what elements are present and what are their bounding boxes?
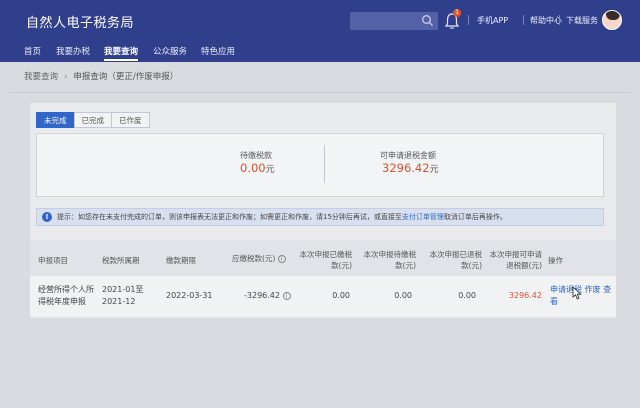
info-icon: ! — [42, 212, 52, 222]
summary-box — [36, 133, 604, 197]
top-header: 自然人电子税务局 1 手机APP 帮助中心 下载服务 — [0, 0, 640, 42]
refundable-amount-value: 3296.42元 — [382, 161, 439, 175]
header-deadline: 缴款期限 — [166, 256, 196, 265]
nav-active-indicator — [104, 59, 138, 61]
header-declared-unpaid: 本次申报待缴税 款(元) — [363, 250, 417, 270]
summary-divider — [324, 145, 325, 183]
cell-tax-due: -3296.42 i — [244, 290, 291, 302]
breadcrumb-current: 申报查询（更正/作废申报） — [73, 72, 179, 82]
cell-refunded: 0.00 — [458, 291, 476, 300]
nav-item-public-services[interactable]: 公众服务 — [153, 45, 187, 57]
payment-order-link[interactable]: 支付订单管理 — [402, 213, 444, 221]
breadcrumb: 我要查询 › 申报查询（更正/作废申报） — [24, 70, 178, 82]
header-operations: 操作 — [548, 256, 563, 265]
cell-deadline: 2022-03-31 — [166, 291, 213, 300]
notice-text-before: 提示：如您存在未支付完成的订单，则该申报表无法更正和作废；如需更正和作废，请15… — [57, 213, 402, 221]
nav-item-home[interactable]: 首页 — [24, 45, 41, 57]
search-icon[interactable] — [421, 14, 434, 27]
divider — [468, 15, 469, 25]
cell-paid: 0.00 — [332, 291, 350, 300]
help-icon[interactable]: i — [277, 255, 286, 263]
table-row: 经营所得个人所 得税年度申报 2021-01至 2021-12 2022-03-31… — [30, 276, 616, 316]
cell-item: 经营所得个人所 得税年度申报 — [38, 285, 94, 306]
mouse-pointer-icon — [572, 286, 582, 300]
header-declared-paid: 本次申报已缴税 款(元) — [299, 250, 353, 270]
tab-incomplete[interactable]: 未完成 — [36, 112, 75, 128]
notification-badge: 1 — [453, 9, 461, 17]
table-header: 申报项目 税款所属期 缴款期限 应缴税款(元) i 本次申报已缴税 款(元) 本次… — [30, 240, 616, 276]
nav-item-file-tax[interactable]: 我要办税 — [56, 45, 90, 57]
notice-bar: ! 提示：如您存在未支付完成的订单，则该申报表无法更正和作废；如需更正和作废，请… — [36, 208, 604, 226]
cell-refundable: 3296.42 — [508, 291, 542, 300]
header-item: 申报项目 — [38, 256, 68, 265]
view-link-wrap[interactable]: 看 — [550, 297, 558, 306]
nav-item-query[interactable]: 我要查询 — [104, 45, 138, 57]
help-center-link[interactable]: 帮助中心 — [530, 15, 562, 26]
download-service-link[interactable]: 下载服务 — [566, 15, 598, 26]
chevron-right-icon: › — [64, 72, 68, 82]
view-link[interactable]: 查 — [603, 285, 611, 294]
void-link[interactable]: 作废 — [585, 285, 601, 294]
unpaid-tax-value: 0.00元 — [240, 161, 275, 175]
cell-operations: 申请退税 作废 查 看 — [550, 284, 616, 308]
status-tabs: 未完成 已完成 已作废 — [36, 112, 150, 128]
header-declared-refunded: 本次申报已退税 款(元) — [429, 250, 483, 270]
avatar[interactable] — [602, 10, 622, 30]
breadcrumb-parent[interactable]: 我要查询 — [24, 72, 58, 82]
notice-text-after: 取消订单后再操作。 — [443, 213, 507, 221]
nav-item-featured-apps[interactable]: 特色应用 — [201, 45, 235, 57]
app-title[interactable]: 自然人电子税务局 — [26, 12, 134, 31]
mobile-app-link[interactable]: 手机APP — [477, 15, 508, 26]
divider — [523, 15, 524, 25]
unpaid-tax-label: 待缴税款 — [240, 151, 272, 160]
cell-unpaid: 0.00 — [394, 291, 412, 300]
search-input[interactable] — [350, 12, 438, 30]
tab-completed[interactable]: 已完成 — [73, 112, 112, 128]
divider — [559, 15, 560, 25]
header-tax-due: 应缴税款(元) i — [232, 253, 286, 264]
header-refundable: 本次申报可申请 退税额(元) — [489, 250, 543, 270]
divider — [10, 92, 630, 93]
refundable-amount-label: 可申请退税金额 — [380, 151, 436, 160]
tab-voided[interactable]: 已作废 — [111, 112, 150, 128]
header-period: 税款所属期 — [102, 256, 140, 265]
cell-period: 2021-01至 2021-12 — [102, 285, 144, 306]
main-nav: 首页 我要办税 我要查询 公众服务 特色应用 — [0, 42, 640, 62]
